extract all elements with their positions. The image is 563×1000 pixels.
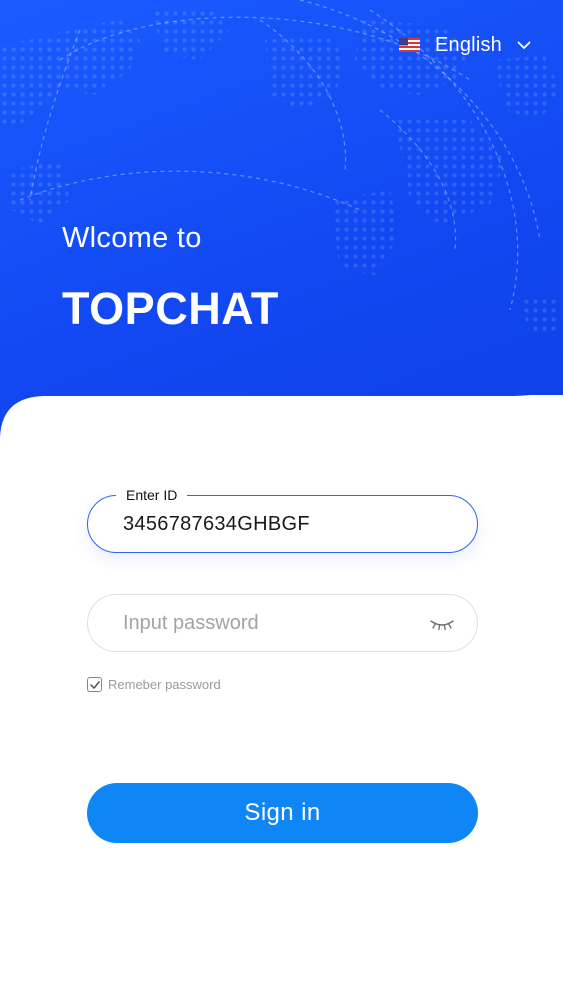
id-input[interactable] [123, 496, 423, 552]
body-curve [0, 395, 563, 475]
login-screen: English Wlcome to TOPCHAT Enter ID 34567… [0, 0, 563, 1000]
remember-password-label: Remeber password [108, 677, 221, 692]
welcome-text: Wlcome to [62, 222, 202, 254]
us-flag-icon [399, 38, 420, 52]
password-field[interactable] [87, 594, 478, 652]
checkmark-icon [89, 680, 100, 689]
brand-title: TOPCHAT [62, 283, 279, 334]
language-selector[interactable]: English [399, 32, 531, 58]
chevron-down-icon [517, 41, 531, 49]
id-field[interactable]: Enter ID [87, 486, 478, 553]
remember-checkbox[interactable] [87, 677, 102, 692]
sign-in-button[interactable]: Sign in [87, 783, 478, 843]
language-label: English [435, 33, 502, 56]
eye-closed-icon[interactable] [429, 617, 455, 631]
remember-password-toggle[interactable]: Remeber password [87, 677, 221, 692]
password-input[interactable] [123, 595, 423, 651]
